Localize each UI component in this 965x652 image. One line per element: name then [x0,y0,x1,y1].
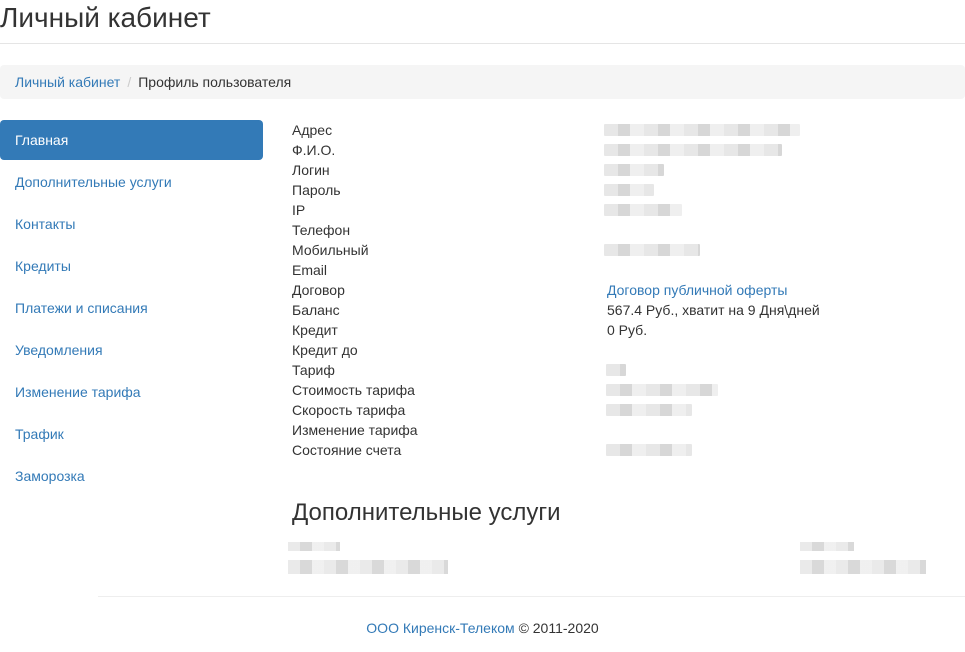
profile-row-tariff-change: Изменение тарифа [292,420,912,440]
password-label: Пароль [292,182,341,198]
sidebar-item-traffic[interactable]: Трафик [0,414,263,454]
page-title: Личный кабинет [0,2,211,33]
additional-services-heading: Дополнительные услуги [292,499,561,526]
password-value-redacted [604,184,654,196]
account-state-value-redacted [606,444,692,456]
credit-until-label: Кредит до [292,342,358,358]
profile-row-phone: Телефон [292,220,912,240]
service-description-redacted [288,560,448,574]
profile-row-fio: Ф.И.О. [292,140,912,160]
profile-row-mobile: Мобильный [292,240,912,260]
breadcrumb-current: Профиль пользователя [138,74,292,90]
breadcrumb-home-link[interactable]: Личный кабинет [15,74,120,90]
phone-label: Телефон [292,222,351,238]
sidebar-item-contacts[interactable]: Контакты [0,204,263,244]
sidebar-item-additional-services[interactable]: Дополнительные услуги [0,162,263,202]
tariff-cost-value-redacted [606,384,718,396]
breadcrumb-separator: / [127,74,132,90]
profile-row-ip: IP [292,200,912,220]
tariff-label: Тариф [292,362,335,378]
credit-value: 0 Руб. [607,322,648,338]
profile-row-account-state: Состояние счета [292,440,912,460]
tariff-change-label: Изменение тарифа [292,422,418,438]
mobile-value-redacted [604,244,700,256]
email-label: Email [292,262,328,278]
service-name-redacted [288,542,340,551]
profile-row-credit-until: Кредит до [292,340,912,360]
copyright-text: © 2011-2020 [518,620,599,636]
fio-label: Ф.И.О. [292,142,336,158]
contract-label: Договор [292,282,345,298]
account-state-label: Состояние счета [292,442,402,458]
sidebar-item-tariff-change[interactable]: Изменение тарифа [0,372,263,412]
tariff-cost-label: Стоимость тарифа [292,382,415,398]
tariff-value-redacted [606,364,626,376]
tariff-speed-value-redacted [606,404,692,416]
profile-row-contract: Договор Договор публичной оферты [292,280,912,300]
mobile-label: Мобильный [292,242,369,258]
profile-table: Адрес Ф.И.О. Логин Пароль IP Телефон Моб… [292,120,912,460]
profile-row-credit: Кредит 0 Руб. [292,320,912,340]
sidebar-item-payments[interactable]: Платежи и списания [0,288,263,328]
tariff-speed-label: Скорость тарифа [292,402,406,418]
profile-row-balance: Баланс 567.4 Руб., хватит на 9 Дня\дней [292,300,912,320]
sidebar-nav: Главная Дополнительные услуги Контакты К… [0,120,263,498]
ip-value-redacted [604,204,682,216]
address-value-redacted [604,124,800,136]
profile-row-tariff: Тариф [292,360,912,380]
breadcrumb: Личный кабинет / Профиль пользователя [0,65,965,99]
profile-row-password: Пароль [292,180,912,200]
footer-divider [98,596,965,597]
balance-label: Баланс [292,302,340,318]
public-offer-link[interactable]: Договор публичной оферты [607,282,787,298]
profile-row-address: Адрес [292,120,912,140]
credit-label: Кредит [292,322,338,338]
address-label: Адрес [292,122,333,138]
company-link[interactable]: ООО Киренск-Телеком [366,620,514,636]
profile-row-tariff-speed: Скорость тарифа [292,400,912,420]
sidebar-item-credits[interactable]: Кредиты [0,246,263,286]
ip-label: IP [292,202,306,218]
profile-row-tariff-cost: Стоимость тарифа [292,380,912,400]
sidebar-item-main[interactable]: Главная [0,120,263,160]
title-divider [0,43,965,44]
footer: ООО Киренск-Телеком © 2011-2020 [0,618,965,638]
login-value-redacted [604,164,664,176]
service-price-label-redacted [800,542,854,551]
service-price-redacted [800,560,926,574]
balance-value: 567.4 Руб., хватит на 9 Дня\дней [607,302,820,318]
login-label: Логин [292,162,330,178]
fio-value-redacted [604,144,782,156]
profile-row-login: Логин [292,160,912,180]
sidebar-item-notifications[interactable]: Уведомления [0,330,263,370]
sidebar-item-freeze[interactable]: Заморозка [0,456,263,496]
profile-row-email: Email [292,260,912,280]
